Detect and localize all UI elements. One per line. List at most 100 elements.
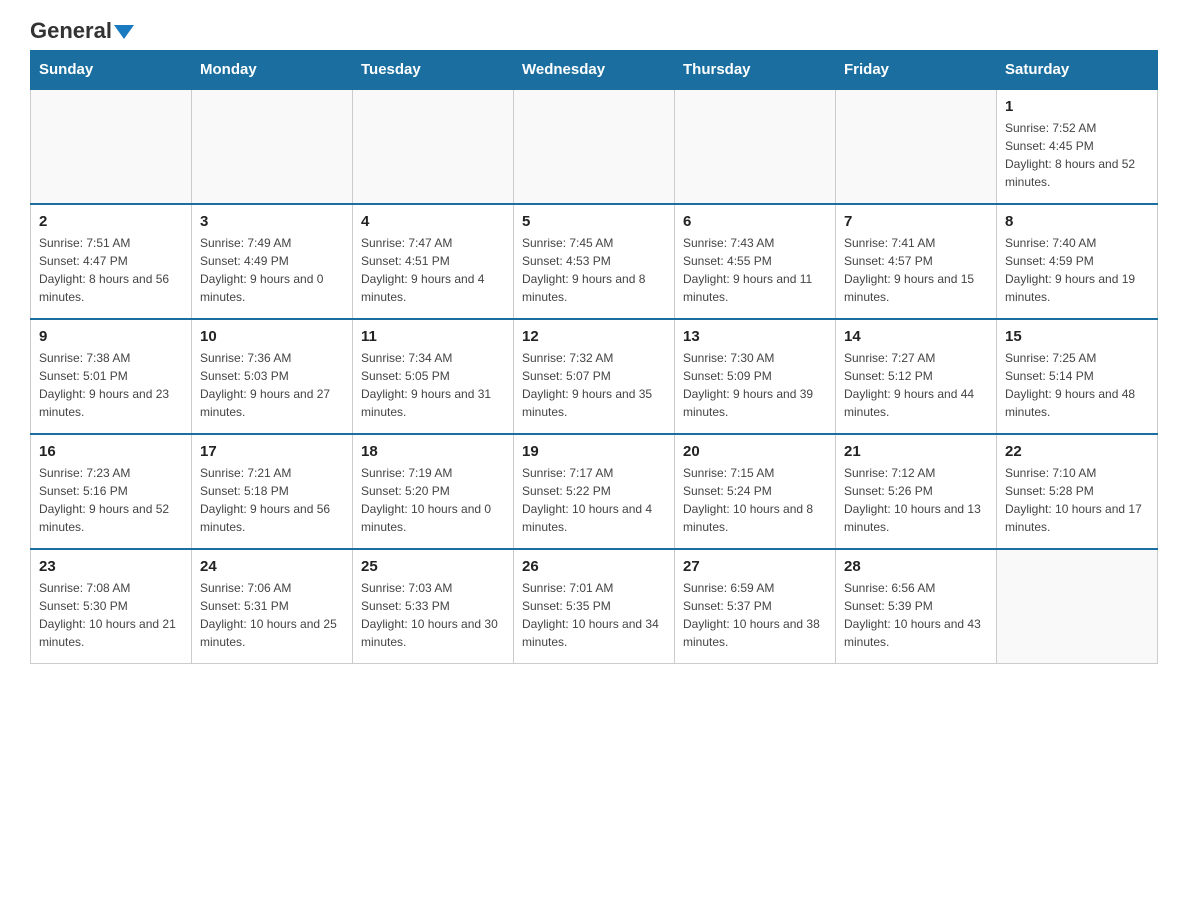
day-of-week-header: Sunday: [31, 51, 192, 90]
day-number: 5: [522, 213, 666, 230]
day-of-week-header: Monday: [192, 51, 353, 90]
day-info: Sunrise: 7:27 AMSunset: 5:12 PMDaylight:…: [844, 349, 988, 421]
calendar-cell: 13 Sunrise: 7:30 AMSunset: 5:09 PMDayligh…: [675, 319, 836, 434]
calendar-cell: 19 Sunrise: 7:17 AMSunset: 5:22 PMDayligh…: [514, 434, 675, 549]
calendar-cell: 28Sunrise: 6:56 AMSunset: 5:39 PMDayligh…: [836, 549, 997, 664]
logo-black-text: General: [30, 18, 112, 43]
page-header: General: [30, 20, 1158, 40]
day-number: 14: [844, 328, 988, 345]
calendar-cell: 7 Sunrise: 7:41 AMSunset: 4:57 PMDaylight…: [836, 204, 997, 319]
calendar-cell: 16Sunrise: 7:23 AMSunset: 5:16 PMDayligh…: [31, 434, 192, 549]
calendar-cell: 12 Sunrise: 7:32 AMSunset: 5:07 PMDayligh…: [514, 319, 675, 434]
day-info: Sunrise: 7:47 AMSunset: 4:51 PMDaylight:…: [361, 234, 505, 306]
day-number: 22: [1005, 443, 1149, 460]
day-number: 25: [361, 558, 505, 575]
calendar-cell: 14 Sunrise: 7:27 AMSunset: 5:12 PMDayligh…: [836, 319, 997, 434]
day-info: Sunrise: 7:25 AMSunset: 5:14 PMDaylight:…: [1005, 349, 1149, 421]
calendar-cell: 26 Sunrise: 7:01 AMSunset: 5:35 PMDayligh…: [514, 549, 675, 664]
calendar-cell: [997, 549, 1158, 664]
day-info: Sunrise: 7:17 AMSunset: 5:22 PMDaylight:…: [522, 464, 666, 536]
day-number: 2: [39, 213, 183, 230]
day-number: 16: [39, 443, 183, 460]
calendar-cell: 11 Sunrise: 7:34 AMSunset: 5:05 PMDayligh…: [353, 319, 514, 434]
day-number: 10: [200, 328, 344, 345]
day-info: Sunrise: 6:56 AMSunset: 5:39 PMDaylight:…: [844, 579, 988, 651]
calendar-cell: 9 Sunrise: 7:38 AMSunset: 5:01 PMDaylight…: [31, 319, 192, 434]
day-of-week-header: Saturday: [997, 51, 1158, 90]
day-info: Sunrise: 7:36 AMSunset: 5:03 PMDaylight:…: [200, 349, 344, 421]
day-number: 21: [844, 443, 988, 460]
day-info: Sunrise: 7:45 AMSunset: 4:53 PMDaylight:…: [522, 234, 666, 306]
logo: General: [30, 20, 134, 40]
day-info: Sunrise: 7:51 AMSunset: 4:47 PMDaylight:…: [39, 234, 183, 306]
day-info: Sunrise: 7:03 AMSunset: 5:33 PMDaylight:…: [361, 579, 505, 651]
day-number: 9: [39, 328, 183, 345]
calendar-cell: 22 Sunrise: 7:10 AMSunset: 5:28 PMDayligh…: [997, 434, 1158, 549]
day-info: Sunrise: 7:49 AMSunset: 4:49 PMDaylight:…: [200, 234, 344, 306]
day-number: 12: [522, 328, 666, 345]
calendar-cell: 24 Sunrise: 7:06 AMSunset: 5:31 PMDayligh…: [192, 549, 353, 664]
day-number: 7: [844, 213, 988, 230]
calendar-cell: 2 Sunrise: 7:51 AMSunset: 4:47 PMDaylight…: [31, 204, 192, 319]
calendar-cell: 25 Sunrise: 7:03 AMSunset: 5:33 PMDayligh…: [353, 549, 514, 664]
day-info: Sunrise: 7:12 AMSunset: 5:26 PMDaylight:…: [844, 464, 988, 536]
calendar-cell: 18Sunrise: 7:19 AMSunset: 5:20 PMDayligh…: [353, 434, 514, 549]
day-number: 20: [683, 443, 827, 460]
day-info: Sunrise: 7:06 AMSunset: 5:31 PMDaylight:…: [200, 579, 344, 651]
calendar-table: SundayMondayTuesdayWednesdayThursdayFrid…: [30, 50, 1158, 664]
logo-triangle-icon: [114, 25, 134, 39]
day-info: Sunrise: 7:40 AMSunset: 4:59 PMDaylight:…: [1005, 234, 1149, 306]
calendar-week-row: 9 Sunrise: 7:38 AMSunset: 5:01 PMDaylight…: [31, 319, 1158, 434]
day-info: Sunrise: 7:43 AMSunset: 4:55 PMDaylight:…: [683, 234, 827, 306]
day-number: 4: [361, 213, 505, 230]
day-number: 17: [200, 443, 344, 460]
day-number: 6: [683, 213, 827, 230]
day-number: 18: [361, 443, 505, 460]
day-number: 1: [1005, 98, 1149, 115]
calendar-cell: [31, 89, 192, 204]
calendar-week-row: 2 Sunrise: 7:51 AMSunset: 4:47 PMDaylight…: [31, 204, 1158, 319]
calendar-cell: 21 Sunrise: 7:12 AMSunset: 5:26 PMDayligh…: [836, 434, 997, 549]
day-number: 26: [522, 558, 666, 575]
day-of-week-header: Tuesday: [353, 51, 514, 90]
calendar-cell: [836, 89, 997, 204]
day-number: 11: [361, 328, 505, 345]
day-info: Sunrise: 7:15 AMSunset: 5:24 PMDaylight:…: [683, 464, 827, 536]
calendar-cell: 10 Sunrise: 7:36 AMSunset: 5:03 PMDayligh…: [192, 319, 353, 434]
calendar-header: SundayMondayTuesdayWednesdayThursdayFrid…: [31, 51, 1158, 90]
day-of-week-header: Friday: [836, 51, 997, 90]
calendar-cell: 1Sunrise: 7:52 AMSunset: 4:45 PMDaylight…: [997, 89, 1158, 204]
day-info: Sunrise: 7:30 AMSunset: 5:09 PMDaylight:…: [683, 349, 827, 421]
day-number: 24: [200, 558, 344, 575]
days-of-week-row: SundayMondayTuesdayWednesdayThursdayFrid…: [31, 51, 1158, 90]
calendar-week-row: 1Sunrise: 7:52 AMSunset: 4:45 PMDaylight…: [31, 89, 1158, 204]
calendar-cell: 27Sunrise: 6:59 AMSunset: 5:37 PMDayligh…: [675, 549, 836, 664]
calendar-cell: 6 Sunrise: 7:43 AMSunset: 4:55 PMDaylight…: [675, 204, 836, 319]
day-info: Sunrise: 7:34 AMSunset: 5:05 PMDaylight:…: [361, 349, 505, 421]
calendar-cell: [192, 89, 353, 204]
day-number: 23: [39, 558, 183, 575]
day-of-week-header: Thursday: [675, 51, 836, 90]
day-number: 8: [1005, 213, 1149, 230]
calendar-week-row: 16Sunrise: 7:23 AMSunset: 5:16 PMDayligh…: [31, 434, 1158, 549]
day-info: Sunrise: 7:38 AMSunset: 5:01 PMDaylight:…: [39, 349, 183, 421]
calendar-cell: 8 Sunrise: 7:40 AMSunset: 4:59 PMDaylight…: [997, 204, 1158, 319]
calendar-cell: 15Sunrise: 7:25 AMSunset: 5:14 PMDayligh…: [997, 319, 1158, 434]
day-number: 19: [522, 443, 666, 460]
calendar-cell: 5 Sunrise: 7:45 AMSunset: 4:53 PMDaylight…: [514, 204, 675, 319]
day-info: Sunrise: 7:08 AMSunset: 5:30 PMDaylight:…: [39, 579, 183, 651]
calendar-week-row: 23 Sunrise: 7:08 AMSunset: 5:30 PMDayligh…: [31, 549, 1158, 664]
calendar-cell: 4 Sunrise: 7:47 AMSunset: 4:51 PMDaylight…: [353, 204, 514, 319]
day-info: Sunrise: 6:59 AMSunset: 5:37 PMDaylight:…: [683, 579, 827, 651]
calendar-cell: 20 Sunrise: 7:15 AMSunset: 5:24 PMDayligh…: [675, 434, 836, 549]
day-info: Sunrise: 7:01 AMSunset: 5:35 PMDaylight:…: [522, 579, 666, 651]
calendar-cell: 17 Sunrise: 7:21 AMSunset: 5:18 PMDayligh…: [192, 434, 353, 549]
day-info: Sunrise: 7:10 AMSunset: 5:28 PMDaylight:…: [1005, 464, 1149, 536]
day-info: Sunrise: 7:32 AMSunset: 5:07 PMDaylight:…: [522, 349, 666, 421]
day-number: 13: [683, 328, 827, 345]
day-info: Sunrise: 7:41 AMSunset: 4:57 PMDaylight:…: [844, 234, 988, 306]
calendar-cell: 23 Sunrise: 7:08 AMSunset: 5:30 PMDayligh…: [31, 549, 192, 664]
calendar-cell: [353, 89, 514, 204]
calendar-cell: [675, 89, 836, 204]
day-info: Sunrise: 7:21 AMSunset: 5:18 PMDaylight:…: [200, 464, 344, 536]
